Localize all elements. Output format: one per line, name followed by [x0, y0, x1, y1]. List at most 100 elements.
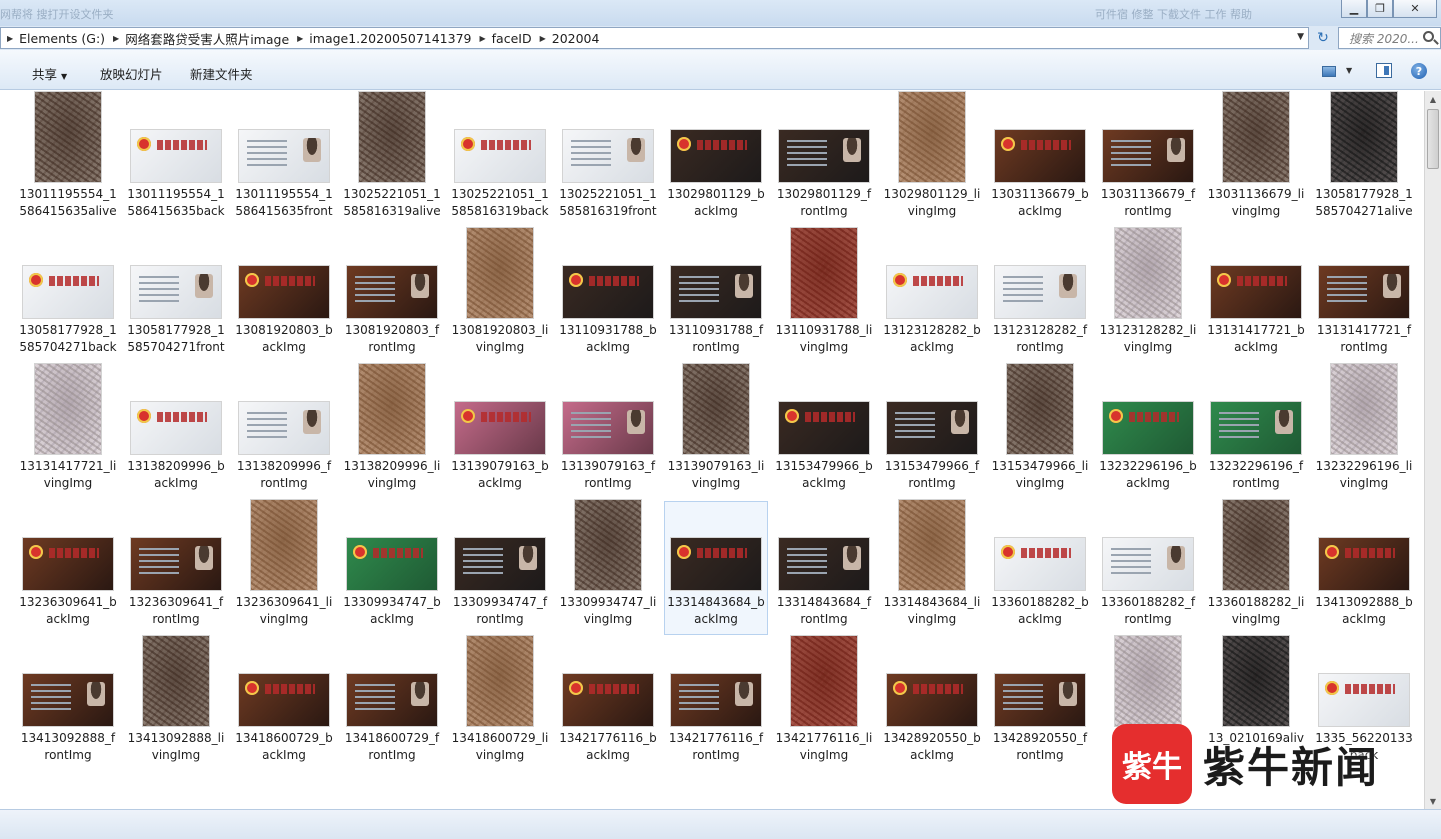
refresh-icon[interactable]: ↻ — [1311, 27, 1335, 49]
file-name: 13031136679_backImg — [991, 187, 1089, 218]
vertical-scrollbar[interactable]: ▲ ▼ — [1424, 91, 1441, 809]
address-bar[interactable]: ▶ Elements (G:) ▶ 网络套路贷受害人照片image ▶ imag… — [0, 27, 1309, 49]
file-item[interactable]: 13232296196_frontImg — [1204, 365, 1308, 499]
breadcrumb-arrow-icon[interactable]: ▶ — [7, 34, 13, 43]
file-item[interactable]: 13236309641_livingImg — [232, 500, 336, 635]
file-item[interactable]: 13029801129_frontImg — [772, 93, 876, 227]
file-item[interactable]: 13025221051_1585816319back — [448, 93, 552, 227]
file-thumbnail — [899, 92, 965, 182]
file-item[interactable]: 13029801129_backImg — [664, 93, 768, 227]
file-item[interactable]: 13025221051_1585816319alive — [340, 92, 444, 227]
file-item[interactable]: 13314843684_backImg — [664, 501, 768, 635]
new-folder-button[interactable]: 新建文件夹 — [190, 64, 253, 83]
file-item[interactable]: 13123128282_backImg — [880, 229, 984, 363]
file-item[interactable]: 13131417721_frontImg — [1312, 229, 1416, 363]
file-item[interactable]: 13110931788_livingImg — [772, 228, 876, 363]
file-item[interactable]: 13360188282_frontImg — [1096, 501, 1200, 635]
scrollbar-thumb[interactable] — [1427, 109, 1439, 169]
file-item[interactable]: 13139079163_livingImg — [664, 364, 768, 499]
file-item[interactable]: 13309934747_frontImg — [448, 501, 552, 635]
file-view[interactable]: 13011195554_1586415635alive 13011195554_1… — [0, 91, 1424, 809]
file-item[interactable]: 13428920550_backImg — [880, 637, 984, 771]
file-item[interactable]: 13031136679_frontImg — [1096, 93, 1200, 227]
brand-watermark: 紫牛新闻 — [1203, 743, 1380, 792]
file-item[interactable]: 13232296196_backImg — [1096, 365, 1200, 499]
file-item[interactable]: 13058177928_1585704271back — [16, 229, 120, 363]
file-item[interactable]: 13031136679_backImg — [988, 93, 1092, 227]
scroll-up-icon[interactable]: ▲ — [1425, 91, 1441, 107]
file-item[interactable]: 13153479966_backImg — [772, 365, 876, 499]
file-item[interactable]: 13236309641_backImg — [16, 501, 120, 635]
file-item[interactable]: 13058177928_1585704271front — [124, 229, 228, 363]
file-item[interactable]: 13413092888_frontImg — [16, 637, 120, 771]
file-item[interactable]: 13110931788_frontImg — [664, 229, 768, 363]
breadcrumb-drive[interactable]: Elements (G:) — [19, 31, 105, 46]
file-item[interactable]: 13153479966_frontImg — [880, 365, 984, 499]
file-item[interactable]: 13081920803_frontImg — [340, 229, 444, 363]
search-input[interactable]: 搜索 2020... — [1338, 27, 1441, 49]
file-item[interactable]: 13360188282_backImg — [988, 501, 1092, 635]
search-icon[interactable] — [1423, 31, 1434, 42]
file-item[interactable]: 13418600729_livingImg — [448, 636, 552, 771]
file-item[interactable]: 13236309641_frontImg — [124, 501, 228, 635]
file-item[interactable]: 13421776116_backImg — [556, 637, 660, 771]
file-item[interactable]: 13314843684_livingImg — [880, 500, 984, 635]
file-item[interactable]: 13123128282_livingImg — [1096, 228, 1200, 363]
file-name: 13011195554_1586415635back — [127, 187, 225, 218]
breadcrumb-folder-202004[interactable]: 202004 — [552, 31, 600, 46]
chevron-down-icon[interactable]: ▼ — [1346, 66, 1352, 75]
file-item[interactable]: 13131417721_livingImg — [16, 364, 120, 499]
file-item[interactable]: 13110931788_backImg — [556, 229, 660, 363]
preview-pane-icon[interactable] — [1376, 63, 1392, 78]
file-thumbnail — [779, 402, 869, 454]
file-item[interactable]: 13413092888_livingImg — [124, 636, 228, 771]
breadcrumb-folder-victims[interactable]: 网络套路贷受害人照片image — [125, 29, 289, 48]
file-item[interactable]: 13413092888_backImg — [1312, 501, 1416, 635]
breadcrumb-arrow-icon[interactable]: ▶ — [297, 34, 303, 43]
file-item[interactable]: 13081920803_livingImg — [448, 228, 552, 363]
file-name: 13314843684_livingImg — [883, 595, 981, 626]
file-item[interactable]: 13081920803_backImg — [232, 229, 336, 363]
file-item[interactable]: 13029801129_livingImg — [880, 92, 984, 227]
breadcrumb-arrow-icon[interactable]: ▶ — [540, 34, 546, 43]
file-item[interactable]: 13031136679_livingImg — [1204, 92, 1308, 227]
scroll-down-icon[interactable]: ▼ — [1425, 793, 1441, 809]
file-item[interactable]: 13011195554_1586415635front — [232, 93, 336, 227]
file-item[interactable]: 13138209996_backImg — [124, 365, 228, 499]
minimize-button[interactable]: ▁ — [1341, 0, 1367, 18]
file-item[interactable]: 13232296196_livingImg — [1312, 364, 1416, 499]
file-item[interactable]: 13309934747_livingImg — [556, 500, 660, 635]
breadcrumb-folder-image1[interactable]: image1.20200507141379 — [309, 31, 471, 46]
breadcrumb-folder-faceid[interactable]: faceID — [492, 31, 532, 46]
file-name: 13421776116_backImg — [559, 731, 657, 762]
address-dropdown-icon[interactable]: ▼ — [1297, 32, 1304, 42]
breadcrumb-arrow-icon[interactable]: ▶ — [113, 34, 119, 43]
breadcrumb-arrow-icon[interactable]: ▶ — [480, 34, 486, 43]
help-icon[interactable]: ? — [1411, 63, 1427, 79]
close-button[interactable]: ✕ — [1393, 0, 1437, 18]
file-item[interactable]: 13139079163_backImg — [448, 365, 552, 499]
file-item[interactable]: 13138209996_livingImg — [340, 364, 444, 499]
file-item[interactable]: 13011195554_1586415635back — [124, 93, 228, 227]
file-item[interactable]: 13360188282_livingImg — [1204, 500, 1308, 635]
file-item[interactable]: 13131417721_backImg — [1204, 229, 1308, 363]
file-item[interactable]: 13314843684_frontImg — [772, 501, 876, 635]
file-item[interactable]: 13138209996_frontImg — [232, 365, 336, 499]
file-item[interactable]: 13058177928_1585704271alive — [1312, 92, 1416, 227]
file-item[interactable]: 13011195554_1586415635alive — [16, 92, 120, 227]
views-icon[interactable] — [1322, 66, 1336, 77]
maximize-button[interactable]: ❐ — [1367, 0, 1393, 18]
file-item[interactable]: 13025221051_1585816319front — [556, 93, 660, 227]
file-item[interactable]: 13428920550_frontImg — [988, 637, 1092, 771]
file-item[interactable]: 13309934747_backImg — [340, 501, 444, 635]
slideshow-button[interactable]: 放映幻灯片 — [100, 64, 163, 83]
file-item[interactable]: 13418600729_backImg — [232, 637, 336, 771]
file-thumbnail — [239, 130, 329, 182]
file-item[interactable]: 13421776116_livingImg — [772, 636, 876, 771]
file-item[interactable]: 13418600729_frontImg — [340, 637, 444, 771]
file-item[interactable]: 13123128282_frontImg — [988, 229, 1092, 363]
file-item[interactable]: 13153479966_livingImg — [988, 364, 1092, 499]
file-item[interactable]: 13421776116_frontImg — [664, 637, 768, 771]
file-item[interactable]: 13139079163_frontImg — [556, 365, 660, 499]
share-button[interactable]: 共享 ▼ — [32, 64, 67, 83]
